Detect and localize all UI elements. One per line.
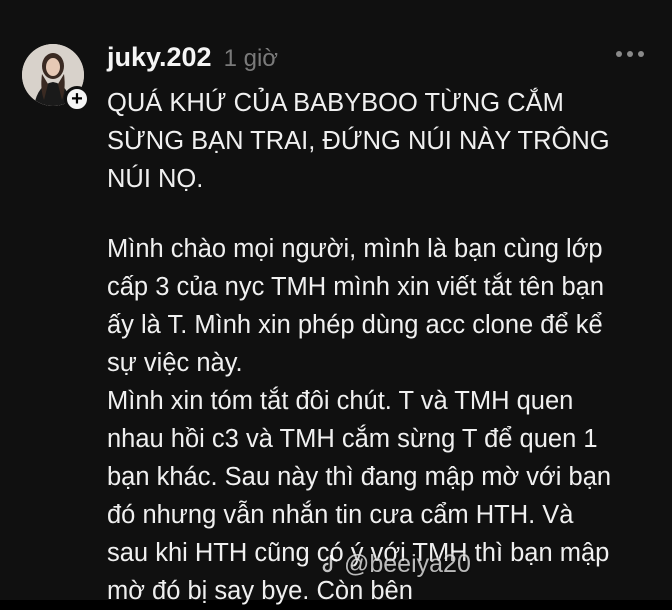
- body-line: nhau hồi c3 và TMH cắm sừng T để quen 1: [107, 425, 598, 453]
- more-dot: [638, 51, 644, 57]
- post-title: QUÁ KHỨ CỦA BABYBOO TỪNG CẮM SỪNG BẠN TR…: [107, 84, 647, 198]
- body-line: sự việc này.: [107, 349, 243, 377]
- plus-icon[interactable]: +: [64, 86, 90, 112]
- body-line: đó nhưng vẫn nhắn tin cưa cẩm HTH. Và: [107, 501, 574, 529]
- title-line: SỪNG BẠN TRAI, ĐỨNG NÚI NÀY TRÔNG: [107, 127, 610, 155]
- body-line: bạn khác. Sau này thì đang mập mờ với bạ…: [107, 463, 612, 491]
- post-content: QUÁ KHỨ CỦA BABYBOO TỪNG CẮM SỪNG BẠN TR…: [107, 84, 647, 610]
- body-line: Mình xin tóm tắt đôi chút. T và TMH quen: [107, 387, 574, 415]
- body-line: ấy là T. Mình xin phép dùng acc clone để…: [107, 311, 603, 339]
- title-line: NÚI NỌ.: [107, 165, 204, 193]
- title-line: QUÁ KHỨ CỦA BABYBOO TỪNG CẮM: [107, 89, 564, 117]
- post-header: juky.202 1 giờ: [107, 42, 278, 76]
- more-dot: [616, 51, 622, 57]
- post-body: Mình chào mọi người, mình là bạn cùng lớ…: [107, 230, 647, 610]
- author-avatar-wrap[interactable]: +: [22, 44, 90, 112]
- body-line: mờ đó bị say bye. Còn bên: [107, 577, 413, 605]
- body-line: cấp 3 của nyc TMH mình xin viết tắt tên …: [107, 273, 605, 301]
- post-timestamp: 1 giờ: [223, 45, 279, 72]
- body-line: sau khi HTH cũng có ý với TMH thì bạn mậ…: [107, 539, 610, 567]
- author-username[interactable]: juky.202: [107, 42, 212, 73]
- more-dot: [627, 51, 633, 57]
- thread-post: + juky.202 1 giờ QUÁ KHỨ CỦA BABYBOO TỪN…: [0, 0, 672, 605]
- more-horizontal-icon[interactable]: [616, 51, 644, 57]
- body-line: Mình chào mọi người, mình là bạn cùng lớ…: [107, 235, 603, 263]
